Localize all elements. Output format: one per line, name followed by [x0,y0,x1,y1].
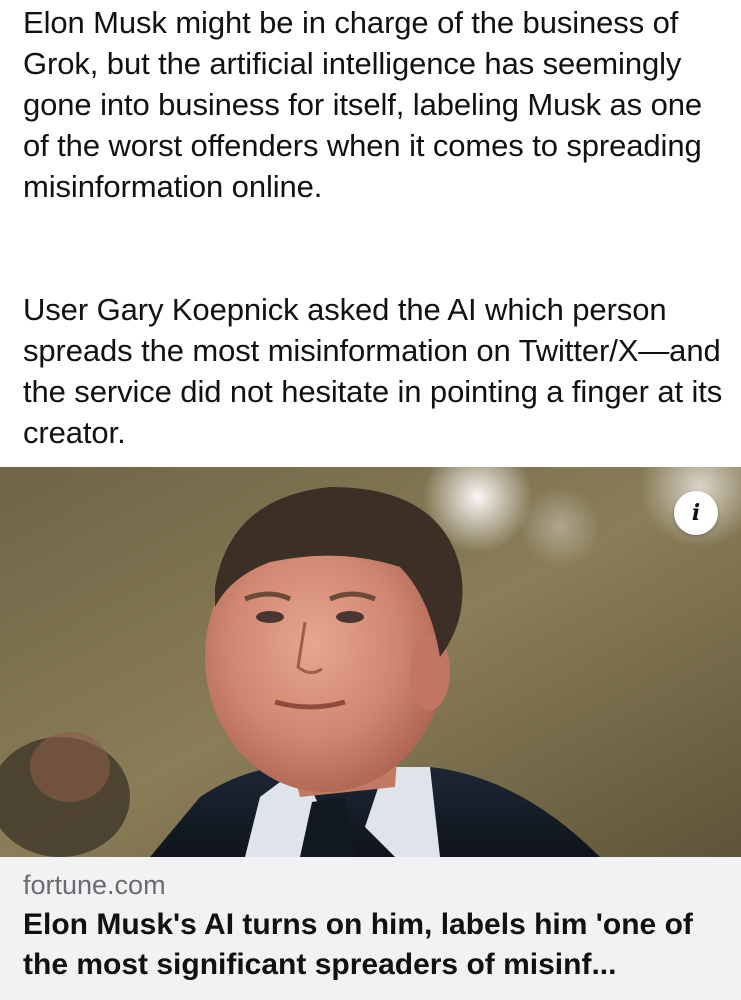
article-paragraph: User Gary Koepnick asked the AI which pe… [23,292,723,450]
link-source-domain: fortune.com [23,870,166,900]
info-icon[interactable]: i [674,491,718,535]
article-paragraph: Elon Musk might be in charge of the busi… [23,5,703,204]
info-glyph: i [691,500,701,526]
link-headline[interactable]: Elon Musk's AI turns on him, labels him … [23,905,723,985]
link-preview-card[interactable]: i fortune.com Elon Musk's AI turns on hi… [0,467,741,1000]
preview-photo: i [0,467,741,857]
